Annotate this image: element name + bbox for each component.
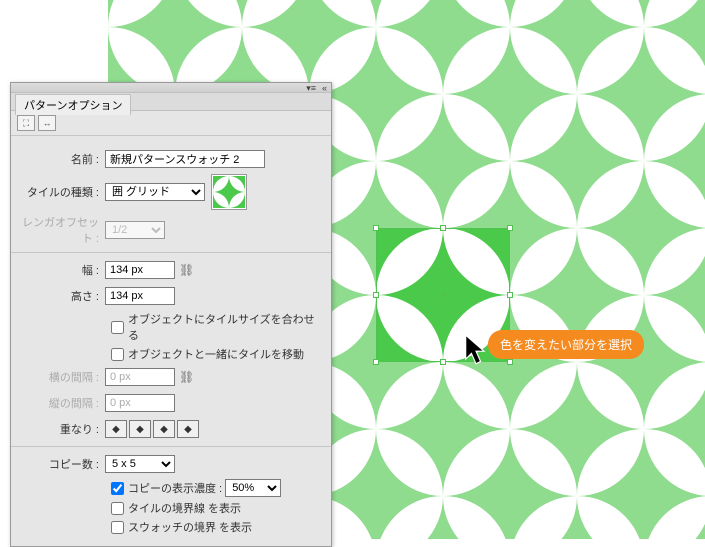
tiletype-label: タイルの種類 :: [21, 184, 105, 200]
resize-handle[interactable]: [373, 359, 379, 365]
show-swatch-bounds-label: スウォッチの境界 を表示: [128, 519, 252, 535]
copies-select[interactable]: 5 x 5: [105, 455, 175, 473]
hspacing-label: 横の間隔 :: [21, 369, 105, 385]
dim-copies-checkbox[interactable]: [111, 482, 124, 495]
move-with-object-checkbox[interactable]: [111, 348, 124, 361]
panel-menu-icon[interactable]: ▾≡: [306, 83, 316, 94]
tiletype-select[interactable]: 囲 グリッド: [105, 183, 205, 201]
name-label: 名前 :: [21, 151, 105, 167]
name-input[interactable]: [105, 150, 265, 168]
height-input[interactable]: [105, 287, 175, 305]
height-label: 高さ :: [21, 288, 105, 304]
resize-handle[interactable]: [507, 359, 513, 365]
panel-body: 名前 : タイルの種類 : 囲 グリッド レンガオフセット : 1/2 幅 : …: [11, 136, 331, 546]
tile-preview-swatch: [211, 174, 247, 210]
move-with-object-label: オブジェクトと一緒にタイルを移動: [128, 346, 304, 362]
overlap-top-button[interactable]: ◆: [153, 420, 175, 438]
resize-handle[interactable]: [373, 225, 379, 231]
panel-titlebar[interactable]: ▾≡ «: [11, 83, 331, 93]
resize-handle[interactable]: [440, 359, 446, 365]
show-tile-edge-label: タイルの境界線 を表示: [128, 500, 241, 516]
selection-center-point: [441, 293, 445, 297]
vspacing-label: 縦の間隔 :: [21, 395, 105, 411]
width-input[interactable]: [105, 261, 175, 279]
width-label: 幅 :: [21, 262, 105, 278]
copies-label: コピー数 :: [21, 456, 105, 472]
resize-handle[interactable]: [373, 292, 379, 298]
panel-collapse-icon[interactable]: «: [322, 83, 327, 93]
resize-handle[interactable]: [507, 292, 513, 298]
size-to-object-checkbox[interactable]: [111, 321, 124, 334]
tile-resize-tool-button[interactable]: ↔: [38, 115, 56, 131]
overlap-left-button[interactable]: ◆: [105, 420, 127, 438]
panel-tab-row: パターンオプション: [11, 93, 331, 111]
panel-tab-pattern-options[interactable]: パターンオプション: [15, 94, 131, 115]
overlap-label: 重なり :: [21, 421, 105, 437]
callout-tooltip: 色を変えたい部分を選択: [488, 330, 644, 359]
brickoffset-select: 1/2: [105, 221, 165, 239]
link-spacing-icon: ⛓: [179, 370, 193, 384]
dim-copies-select[interactable]: 50%: [225, 479, 281, 497]
pattern-options-panel: ▾≡ « パターンオプション ⛶ ↔ 名前 : タイルの種類 : 囲 グリッド …: [10, 82, 332, 547]
tile-edit-tool-button[interactable]: ⛶: [17, 115, 35, 131]
callout-text: 色を変えたい部分を選択: [500, 338, 632, 352]
hspacing-input: [105, 368, 175, 386]
link-dimensions-icon[interactable]: ⛓: [179, 263, 193, 277]
resize-handle[interactable]: [440, 225, 446, 231]
size-to-object-label: オブジェクトにタイルサイズを合わせる: [128, 311, 321, 343]
brickoffset-label: レンガオフセット :: [21, 214, 105, 246]
show-swatch-bounds-checkbox[interactable]: [111, 521, 124, 534]
overlap-bottom-button[interactable]: ◆: [177, 420, 199, 438]
dim-copies-label: コピーの表示濃度 :: [128, 480, 222, 496]
show-tile-edge-checkbox[interactable]: [111, 502, 124, 515]
overlap-right-button[interactable]: ◆: [129, 420, 151, 438]
vspacing-input: [105, 394, 175, 412]
resize-handle[interactable]: [507, 225, 513, 231]
